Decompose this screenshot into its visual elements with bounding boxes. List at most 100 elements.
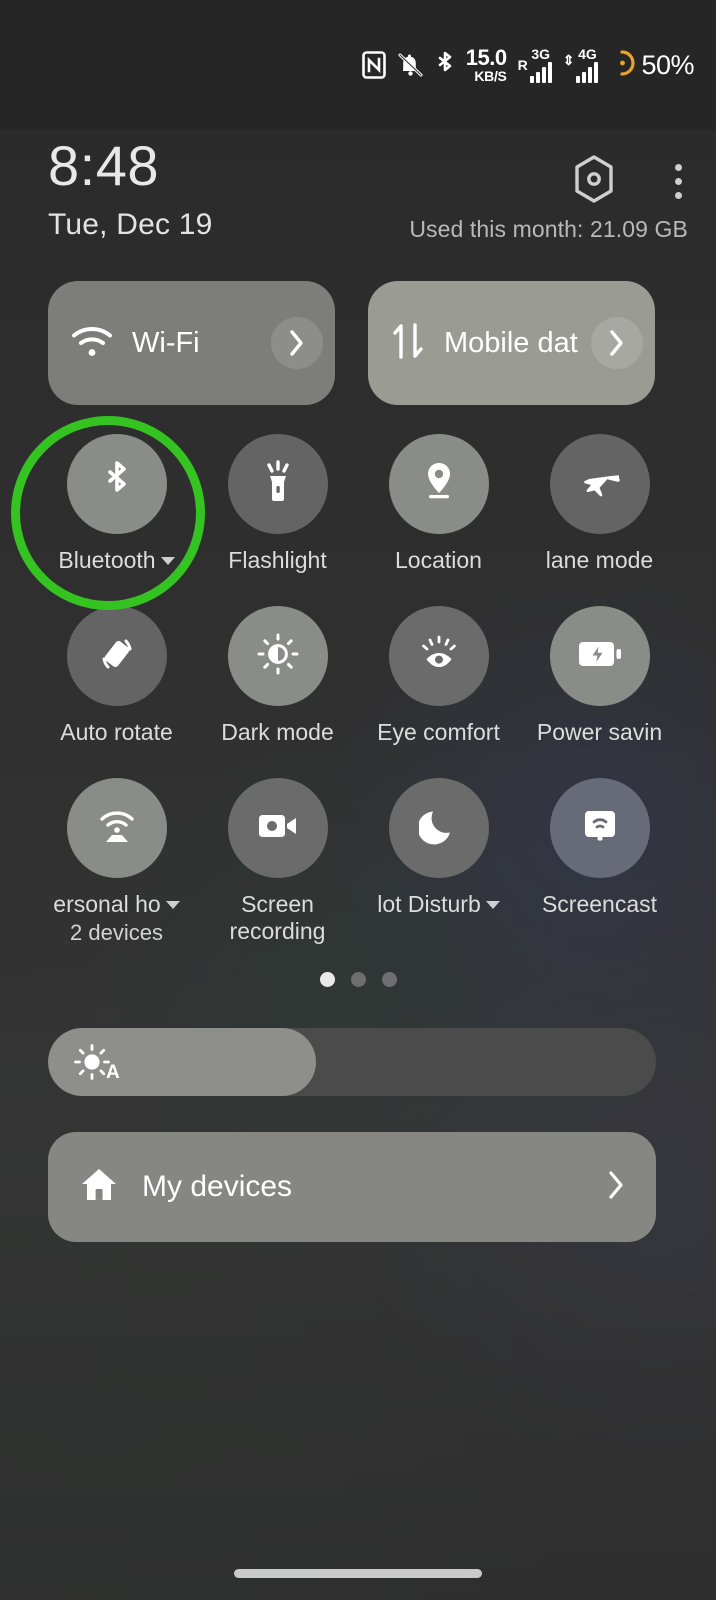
dark-mode-tile-label: Dark mode xyxy=(221,719,334,745)
home-icon xyxy=(78,1165,120,1210)
page-dot-3[interactable] xyxy=(381,972,397,987)
tile-eye-comfort[interactable]: Eye comfort xyxy=(358,606,519,778)
tile-label-wrap: Bluetooth xyxy=(58,547,175,574)
battery-indicator: 50% xyxy=(609,50,694,81)
tile-location[interactable]: Location xyxy=(358,434,519,606)
battery-charge-icon xyxy=(576,637,624,676)
battery-percent-label: 50% xyxy=(641,49,694,80)
eye-comfort-tile-button[interactable] xyxy=(388,606,489,706)
auto-rotate-icon xyxy=(95,632,139,681)
hotspot-icon xyxy=(94,804,140,853)
toggle-row-2: Auto rotate Dark mode Eye comfort Power … xyxy=(0,606,716,778)
roaming-label: R xyxy=(517,57,528,73)
do-not-disturb-tile-button[interactable] xyxy=(388,778,489,878)
my-devices-label: My devices xyxy=(142,1170,293,1203)
personal-hotspot-tile-sublabel: 2 devices xyxy=(70,920,163,946)
tile-dark-mode[interactable]: Dark mode xyxy=(197,606,358,778)
eye-comfort-tile-label: Eye comfort xyxy=(377,719,500,745)
my-devices-card[interactable]: My devices xyxy=(48,1132,656,1242)
flashlight-tile-label: Flashlight xyxy=(228,547,327,573)
clock-date[interactable]: Tue, Dec 19 xyxy=(48,208,213,242)
sim2-generation-label: 4G xyxy=(578,46,597,62)
status-bar: 15.0 KB/S R 3G ⇕ 4G 50% xyxy=(0,0,716,130)
brightness-icon xyxy=(256,632,300,681)
screencast-tile-button[interactable] xyxy=(549,778,650,878)
page-dot-1[interactable] xyxy=(319,972,335,987)
mobile-data-icon xyxy=(390,320,426,367)
sim2-signal-bars xyxy=(576,61,599,83)
wifi-tile-chevron-right-icon[interactable] xyxy=(271,317,323,369)
primary-tiles-row: Wi-Fi Mobile dat xyxy=(48,281,655,405)
airplane-mode-tile-label: lane mode xyxy=(545,547,654,573)
network-speed-indicator: 15.0 KB/S xyxy=(465,45,507,84)
data-usage-label[interactable]: Used this month: 21.09 GB xyxy=(409,216,688,243)
tile-auto-rotate[interactable]: Auto rotate xyxy=(36,606,197,778)
wifi-tile[interactable]: Wi-Fi xyxy=(48,281,335,405)
sim1-signal: R 3G xyxy=(518,47,552,83)
network-speed-value: 15.0 xyxy=(465,45,507,70)
wifi-icon xyxy=(70,323,114,364)
clock-time[interactable]: 8:48 xyxy=(48,138,159,194)
toggle-row-3: ersonal ho 2 devices Screen recording lo… xyxy=(0,778,716,950)
screencast-tile-label: Screencast xyxy=(541,891,658,917)
bluetooth-icon xyxy=(102,459,132,510)
power-saving-tile-button[interactable] xyxy=(549,606,650,706)
quick-settings-panel: 15.0 KB/S R 3G ⇕ 4G 50% 8:48 Tue, Dec 19… xyxy=(0,0,716,1600)
moon-icon xyxy=(417,805,459,852)
quick-toggle-grid: Bluetooth Flashlight Location lane mode … xyxy=(0,434,716,950)
auto-brightness-icon: A xyxy=(72,1042,120,1083)
flashlight-tile-button[interactable] xyxy=(227,434,328,534)
chevron-down-icon[interactable] xyxy=(165,900,180,909)
hexagon-gear-icon[interactable] xyxy=(571,154,617,209)
nfc-icon xyxy=(361,51,386,79)
mobile-data-tile[interactable]: Mobile dat xyxy=(368,281,655,405)
bluetooth-tile-label: Bluetooth xyxy=(58,547,156,573)
tile-screencast[interactable]: Screencast xyxy=(519,778,680,950)
power-saving-tile-label: Power savin xyxy=(536,719,663,745)
personal-hotspot-tile-button[interactable] xyxy=(66,778,167,878)
flashlight-icon xyxy=(259,459,297,510)
panel-header: 8:48 Tue, Dec 19 Used this month: 21.09 … xyxy=(0,130,716,270)
eye-icon xyxy=(417,632,461,681)
auto-rotate-tile-button[interactable] xyxy=(66,606,167,706)
tile-do-not-disturb[interactable]: lot Disturb xyxy=(358,778,519,950)
airplane-mode-tile-button[interactable] xyxy=(549,434,650,534)
auto-brightness-label: A xyxy=(106,1062,120,1083)
mobile-data-tile-chevron-right-icon[interactable] xyxy=(591,317,643,369)
network-speed-unit: KB/S xyxy=(474,68,507,84)
toggle-row-1: Bluetooth Flashlight Location lane mode xyxy=(0,434,716,606)
brightness-slider[interactable]: A xyxy=(48,1028,656,1096)
airplane-icon xyxy=(577,462,623,507)
screen-recording-tile-label: Screen recording xyxy=(229,891,326,945)
screencast-icon xyxy=(580,806,620,851)
tile-screen-recording[interactable]: Screen recording xyxy=(197,778,358,950)
dark-mode-tile-button[interactable] xyxy=(227,606,328,706)
sim1-generation-label: 3G xyxy=(531,46,551,62)
notifications-muted-icon xyxy=(397,51,424,79)
personal-hotspot-tile-label: ersonal ho xyxy=(53,891,161,917)
page-dot-2[interactable] xyxy=(350,972,366,987)
my-devices-chevron-right-icon[interactable] xyxy=(606,1169,626,1206)
bluetooth-tile-button[interactable] xyxy=(66,434,167,534)
sim1-signal-bars xyxy=(529,61,552,83)
home-indicator-bar[interactable] xyxy=(234,1569,482,1578)
video-camera-icon xyxy=(256,811,300,846)
three-dot-menu-icon[interactable] xyxy=(669,158,688,205)
screen-recording-tile-button[interactable] xyxy=(227,778,328,878)
battery-saver-icon xyxy=(609,49,635,81)
do-not-disturb-tile-label: lot Disturb xyxy=(377,891,481,917)
sim2-signal: ⇕ 4G xyxy=(563,47,599,83)
tile-airplane-mode[interactable]: lane mode xyxy=(519,434,680,606)
auto-rotate-tile-label: Auto rotate xyxy=(60,719,173,745)
location-pin-icon xyxy=(421,459,457,510)
chevron-down-icon[interactable] xyxy=(485,900,500,909)
location-tile-button[interactable] xyxy=(388,434,489,534)
tile-personal-hotspot[interactable]: ersonal ho 2 devices xyxy=(36,778,197,950)
page-indicator[interactable] xyxy=(0,972,716,987)
tile-flashlight[interactable]: Flashlight xyxy=(197,434,358,606)
location-tile-label: Location xyxy=(395,547,482,573)
tile-bluetooth[interactable]: Bluetooth xyxy=(36,434,197,606)
bluetooth-icon xyxy=(435,50,455,80)
chevron-down-icon[interactable] xyxy=(160,556,175,565)
tile-power-saving[interactable]: Power savin xyxy=(519,606,680,778)
